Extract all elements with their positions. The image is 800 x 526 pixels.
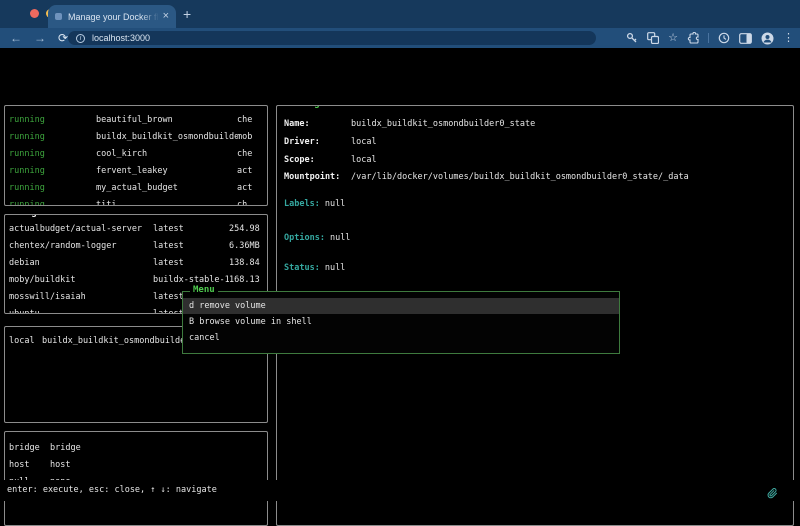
menu-dots-icon[interactable]: ⋮	[783, 28, 794, 48]
container-row[interactable]: running buildx_buildkit_osmondbuilder0 m…	[5, 129, 267, 146]
close-window-button[interactable]	[30, 9, 39, 18]
docker-tui: Containers running beautiful_brown che r…	[0, 48, 800, 501]
config-field-scope: Scope:local	[284, 152, 789, 169]
images-panel-title: Images	[12, 214, 51, 219]
toolbar-separator	[708, 33, 709, 43]
image-name: chentex/random-logger	[9, 238, 153, 255]
image-size: 138.84	[229, 255, 267, 272]
config-field-name: Name:buildx_buildkit_osmondbuilder0_stat…	[284, 116, 789, 133]
extensions-icon[interactable]	[687, 32, 699, 44]
container-name: cool_kirch	[96, 146, 237, 163]
container-status: running	[9, 163, 96, 180]
network-driver: host	[50, 457, 267, 474]
config-field-labels: Labels:null	[284, 196, 789, 213]
config-panel-title: Config	[284, 105, 323, 110]
networks-panel: Networks bridge bridge host host null no…	[4, 431, 268, 526]
menu-popup-title: Menu	[190, 285, 218, 296]
site-info-icon[interactable]: i	[76, 34, 85, 43]
image-name: ubuntu	[9, 306, 153, 314]
container-status: running	[9, 112, 96, 129]
history-icon[interactable]	[718, 32, 730, 44]
image-name: mosswill/isaiah	[9, 289, 153, 306]
containers-panel: Containers running beautiful_brown che r…	[4, 105, 268, 206]
menu-item-remove-volume[interactable]: d remove volume	[183, 298, 619, 314]
toolbar-right-icons: ☆ ⋮	[626, 28, 794, 48]
action-menu-popup: Menu d remove volume B browse volume in …	[182, 291, 620, 354]
config-field-driver: Driver:local	[284, 134, 789, 151]
image-name: actualbudget/actual-server	[9, 221, 153, 238]
image-name: debian	[9, 255, 153, 272]
network-driver: bridge	[50, 440, 267, 457]
image-row[interactable]: debian latest 138.84	[5, 255, 267, 272]
container-row[interactable]: running beautiful_brown che	[5, 112, 267, 129]
volume-driver: local	[9, 333, 42, 350]
image-size: 254.98	[229, 221, 267, 238]
link-icon	[766, 484, 778, 496]
config-field-options: Options:null	[284, 230, 789, 247]
key-icon[interactable]	[626, 32, 638, 44]
config-field-status: Status:null	[284, 260, 789, 277]
browser-chrome: Manage your Docker fleet wi × + ← → ⟳ i …	[0, 0, 800, 48]
image-name: moby/buildkit	[9, 272, 153, 289]
tab-strip: Manage your Docker fleet wi × +	[0, 0, 800, 28]
network-row[interactable]: bridge bridge	[5, 440, 267, 457]
status-bar: enter: execute, esc: close, ↑ ↓: navigat…	[0, 480, 800, 501]
tab-favicon	[55, 13, 62, 20]
container-name: titi	[96, 197, 237, 206]
network-name: host	[9, 457, 50, 474]
container-image: act	[237, 180, 267, 197]
container-status: running	[9, 197, 96, 206]
image-row[interactable]: chentex/random-logger latest 6.36MB	[5, 238, 267, 255]
image-tag: latest	[153, 221, 229, 238]
networks-panel-title: Networks	[12, 431, 61, 436]
bookmark-star-icon[interactable]: ☆	[668, 28, 678, 48]
volumes-panel-title: Volumes	[12, 326, 56, 331]
config-field-mountpoint: Mountpoint:/var/lib/docker/volumes/build…	[284, 169, 789, 186]
container-row[interactable]: running cool_kirch che	[5, 146, 267, 163]
container-row[interactable]: running fervent_leakey act	[5, 163, 267, 180]
image-row[interactable]: actualbudget/actual-server latest 254.98	[5, 221, 267, 238]
container-status: running	[9, 129, 96, 146]
container-status: running	[9, 180, 96, 197]
menu-item-cancel[interactable]: cancel	[183, 330, 619, 346]
container-row[interactable]: running my_actual_budget act	[5, 180, 267, 197]
tab-close-icon[interactable]: ×	[163, 11, 169, 22]
container-row[interactable]: running titi ch	[5, 197, 267, 206]
browser-toolbar: ← → ⟳ i localhost:3000 ☆	[0, 28, 800, 48]
container-name: my_actual_budget	[96, 180, 237, 197]
image-size: 6.36MB	[229, 238, 267, 255]
menu-item-browse-volume[interactable]: B browse volume in shell	[183, 314, 619, 330]
container-image: mob	[237, 129, 267, 146]
containers-panel-title: Containers	[12, 105, 72, 110]
container-image: act	[237, 163, 267, 180]
url-text: localhost:3000	[92, 33, 150, 43]
network-row[interactable]: host host	[5, 457, 267, 474]
container-name: beautiful_brown	[96, 112, 237, 129]
image-row[interactable]: moby/buildkit buildx-stable-1 168.13	[5, 272, 267, 289]
address-bar[interactable]: i localhost:3000	[68, 31, 596, 45]
container-image: che	[237, 146, 267, 163]
side-panel-icon[interactable]	[739, 33, 752, 44]
container-name: fervent_leakey	[96, 163, 237, 180]
image-size: 168.13	[229, 272, 267, 289]
container-image: ch	[237, 197, 267, 206]
image-tag: latest	[153, 238, 229, 255]
new-tab-button[interactable]: +	[183, 6, 191, 22]
image-tag: latest	[153, 255, 229, 272]
forward-icon[interactable]: →	[34, 28, 46, 48]
back-icon[interactable]: ←	[10, 28, 22, 48]
tab-title: Manage your Docker fleet wi	[68, 12, 159, 22]
network-name: bridge	[9, 440, 50, 457]
avatar[interactable]	[761, 32, 774, 45]
container-status: running	[9, 146, 96, 163]
translate-icon[interactable]	[647, 32, 659, 44]
browser-tab[interactable]: Manage your Docker fleet wi ×	[48, 5, 176, 28]
keyboard-hints: enter: execute, esc: close, ↑ ↓: navigat…	[7, 485, 217, 495]
container-image: che	[237, 112, 267, 129]
reload-icon[interactable]: ⟳	[58, 28, 68, 48]
container-name: buildx_buildkit_osmondbuilder0	[96, 129, 237, 146]
